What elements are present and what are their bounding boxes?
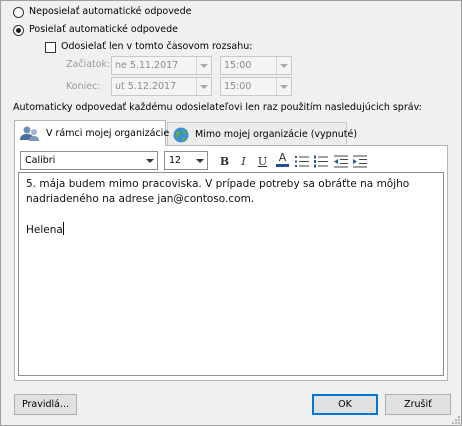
font-color-bar [276,163,289,167]
chevron-down-icon[interactable] [276,57,291,74]
chevron-down-icon[interactable] [196,78,211,95]
tab-outside-organization[interactable]: Mimo mojej organizácie (vypnuté) [167,122,357,146]
chevron-down-icon[interactable] [142,152,157,169]
instruction-text: Automaticky odpovedať každému odosielate… [13,102,422,113]
time-range-label[interactable]: Odosielať len v tomto časovom rozsahu: [61,41,253,52]
end-label: Koniec: [66,81,101,92]
font-name-select[interactable]: Calibri [20,151,158,170]
send-auto-replies-radio[interactable] [13,25,24,36]
end-time-value: 15:00 [224,81,252,92]
time-range-checkbox[interactable] [45,42,56,53]
underline-button[interactable]: U [254,152,271,170]
automatic-replies-dialog: Neposielať automatické odpovede Posielať… [0,0,462,426]
people-icon [19,125,41,143]
message-signature: Helena [26,224,63,236]
message-panel: Calibri 12 B I U A 5. mája budem mimo pr… [14,145,448,381]
start-time-picker[interactable]: 15:00 [220,56,292,75]
resize-grip[interactable] [451,415,461,425]
end-date-picker[interactable]: ut 5.12.2017 [111,77,212,96]
start-date-picker[interactable]: ne 5.11.2017 [111,56,212,75]
end-date-value: ut 5.12.2017 [115,81,177,92]
start-date-value: ne 5.11.2017 [115,60,179,71]
numbered-list-icon[interactable] [313,152,330,170]
no-auto-replies-radio[interactable] [13,7,24,18]
tab-outside-organization-label: Mimo mojej organizácie (vypnuté) [195,129,358,140]
bullet-list-icon[interactable] [294,152,311,170]
tab-inside-organization[interactable]: V rámci mojej organizácie [14,120,170,146]
message-line-1: 5. mája budem mimo pracoviska. V prípade… [26,178,410,190]
font-color-button[interactable]: A [274,150,291,168]
text-caret [62,222,64,235]
chevron-down-icon[interactable] [276,78,291,95]
decrease-indent-icon[interactable] [333,152,350,170]
font-size-value: 12 [169,155,182,166]
message-editor[interactable]: 5. mája budem mimo pracoviska. V prípade… [18,172,444,376]
no-auto-replies-label[interactable]: Neposielať automatické odpovede [29,6,192,17]
rules-button[interactable]: Pravidlá... [14,394,77,415]
increase-indent-icon[interactable] [352,152,369,170]
font-size-select[interactable]: 12 [164,151,208,170]
message-line-2: nadriadeného na adrese jan@contoso.com. [26,193,255,205]
font-color-letter: A [278,150,287,164]
message-signature-line: Helena [26,222,436,238]
start-time-value: 15:00 [224,60,252,71]
bold-button[interactable]: B [216,152,233,170]
end-time-picker[interactable]: 15:00 [220,77,292,96]
ok-button[interactable]: OK [312,394,378,415]
start-label: Začiatok: [66,59,111,70]
font-name-value: Calibri [25,155,56,166]
tab-inside-organization-label: V rámci mojej organizácie [46,128,170,139]
send-auto-replies-label[interactable]: Posielať automatické odpovede [29,24,178,35]
italic-button[interactable]: I [235,152,252,170]
globe-icon [172,126,190,144]
chevron-down-icon[interactable] [196,57,211,74]
cancel-button[interactable]: Zrušiť [385,394,451,415]
chevron-down-icon[interactable] [192,152,207,169]
